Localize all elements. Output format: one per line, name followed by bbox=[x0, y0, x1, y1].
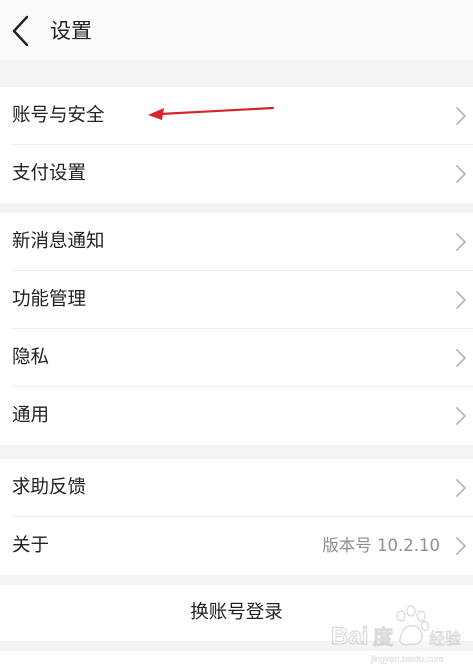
settings-item-label: 功能管理 bbox=[12, 289, 87, 310]
chevron-right-icon bbox=[456, 165, 466, 183]
settings-item-label: 求助反馈 bbox=[12, 477, 87, 498]
settings-item-label: 关于 bbox=[12, 535, 50, 556]
svg-text:经验: 经验 bbox=[429, 629, 461, 648]
version-number: 版本号 10.2.10 bbox=[322, 536, 440, 555]
settings-item-label: 新消息通知 bbox=[12, 231, 105, 252]
settings-item-label: 账号与安全 bbox=[12, 105, 105, 126]
svg-text:Bai: Bai bbox=[331, 623, 368, 650]
svg-text:度: 度 bbox=[373, 625, 394, 649]
settings-item-label: 通用 bbox=[12, 405, 50, 426]
settings-group-general: 新消息通知 功能管理 隐私 通用 bbox=[0, 213, 473, 445]
top-bar: 设置 bbox=[0, 0, 473, 60]
settings-item-features[interactable]: 功能管理 bbox=[0, 271, 473, 329]
chevron-right-icon bbox=[456, 349, 466, 367]
chevron-right-icon bbox=[456, 233, 466, 251]
baidu-watermark-logo: Bai 度 经验 jingyan.baidu.com bbox=[330, 605, 461, 664]
chevron-right-icon bbox=[456, 537, 466, 555]
settings-item-account-security[interactable]: 账号与安全 bbox=[0, 87, 473, 145]
settings-item-payment[interactable]: 支付设置 bbox=[0, 145, 473, 203]
chevron-right-icon bbox=[456, 407, 466, 425]
settings-item-label: 支付设置 bbox=[12, 163, 87, 184]
settings-group-account: 账号与安全 支付设置 bbox=[0, 87, 473, 203]
chevron-right-icon bbox=[456, 107, 466, 125]
settings-item-general[interactable]: 通用 bbox=[0, 387, 473, 445]
svg-text:jingyan.baidu.com: jingyan.baidu.com bbox=[370, 654, 444, 664]
settings-item-about[interactable]: 关于 版本号 10.2.10 bbox=[0, 517, 473, 575]
settings-item-notifications[interactable]: 新消息通知 bbox=[0, 213, 473, 271]
page-title: 设置 bbox=[50, 19, 92, 43]
settings-item-label: 隐私 bbox=[12, 347, 50, 368]
settings-group-support: 求助反馈 关于 版本号 10.2.10 bbox=[0, 459, 473, 575]
settings-item-feedback[interactable]: 求助反馈 bbox=[0, 459, 473, 517]
chevron-right-icon bbox=[456, 291, 466, 309]
chevron-left-icon[interactable] bbox=[8, 14, 34, 48]
chevron-right-icon bbox=[456, 479, 466, 497]
settings-item-privacy[interactable]: 隐私 bbox=[0, 329, 473, 387]
